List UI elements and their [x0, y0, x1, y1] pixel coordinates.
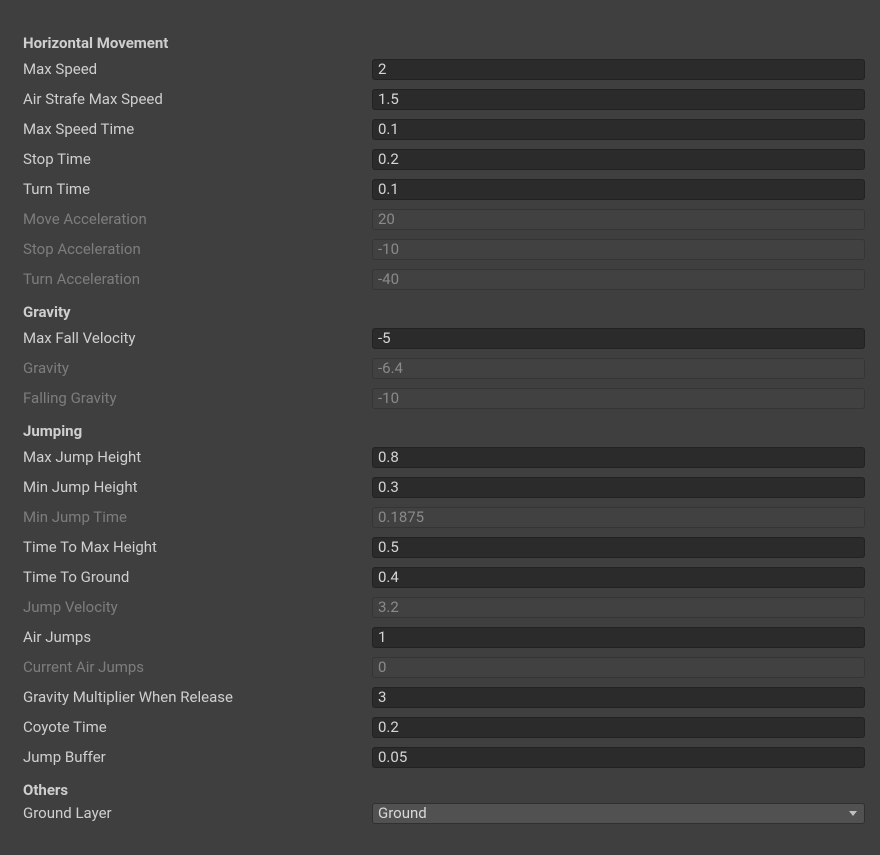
row-move-accel: Move Acceleration — [23, 209, 870, 229]
row-stop-accel: Stop Acceleration — [23, 239, 870, 259]
row-gravity: Gravity — [23, 358, 870, 378]
row-stop-time: Stop Time — [23, 149, 870, 169]
label-turn-time[interactable]: Turn Time — [23, 182, 372, 197]
input-max-speed-time[interactable] — [372, 119, 865, 140]
row-turn-accel: Turn Acceleration — [23, 269, 870, 289]
input-min-jump-height[interactable] — [372, 477, 865, 498]
label-gravity: Gravity — [23, 361, 372, 376]
label-move-accel: Move Acceleration — [23, 212, 372, 227]
label-gravity-mult-release[interactable]: Gravity Multiplier When Release — [23, 690, 372, 705]
dropdown-ground-layer-value: Ground — [378, 804, 427, 822]
label-falling-gravity: Falling Gravity — [23, 391, 372, 406]
row-air-strafe: Air Strafe Max Speed — [23, 89, 870, 109]
input-stop-time[interactable] — [372, 149, 865, 170]
label-current-air-jumps: Current Air Jumps — [23, 660, 372, 675]
input-current-air-jumps — [372, 657, 865, 678]
input-falling-gravity — [372, 388, 865, 409]
section-header-horizontal: Horizontal Movement — [23, 34, 870, 52]
input-jump-velocity — [372, 597, 865, 618]
label-max-speed-time[interactable]: Max Speed Time — [23, 122, 372, 137]
input-turn-time[interactable] — [372, 179, 865, 200]
input-air-jumps[interactable] — [372, 627, 865, 648]
row-min-jump-height: Min Jump Height — [23, 477, 870, 497]
input-air-strafe[interactable] — [372, 89, 865, 110]
label-turn-accel: Turn Acceleration — [23, 272, 372, 287]
row-coyote-time: Coyote Time — [23, 717, 870, 737]
label-max-fall-vel[interactable]: Max Fall Velocity — [23, 331, 372, 346]
row-max-speed-time: Max Speed Time — [23, 119, 870, 139]
input-gravity-mult-release[interactable] — [372, 687, 865, 708]
input-move-accel — [372, 209, 865, 230]
input-gravity — [372, 358, 865, 379]
input-time-to-ground[interactable] — [372, 567, 865, 588]
label-min-jump-time: Min Jump Time — [23, 510, 372, 525]
row-turn-time: Turn Time — [23, 179, 870, 199]
input-max-speed[interactable] — [372, 59, 865, 80]
row-air-jumps: Air Jumps — [23, 627, 870, 647]
row-max-jump-height: Max Jump Height — [23, 447, 870, 467]
label-ground-layer: Ground Layer — [23, 806, 372, 821]
section-header-others: Others — [23, 781, 870, 799]
label-stop-accel: Stop Acceleration — [23, 242, 372, 257]
row-max-speed: Max Speed — [23, 59, 870, 79]
row-time-to-ground: Time To Ground — [23, 567, 870, 587]
row-ground-layer: Ground Layer Ground — [23, 803, 870, 823]
label-air-strafe[interactable]: Air Strafe Max Speed — [23, 92, 372, 107]
label-time-to-max-height[interactable]: Time To Max Height — [23, 540, 372, 555]
dropdown-ground-layer[interactable]: Ground — [372, 803, 865, 824]
label-jump-buffer[interactable]: Jump Buffer — [23, 750, 372, 765]
section-header-gravity: Gravity — [23, 303, 870, 321]
label-air-jumps[interactable]: Air Jumps — [23, 630, 372, 645]
input-min-jump-time — [372, 507, 865, 528]
row-current-air-jumps: Current Air Jumps — [23, 657, 870, 677]
row-min-jump-time: Min Jump Time — [23, 507, 870, 527]
input-max-fall-vel[interactable] — [372, 328, 865, 349]
label-coyote-time[interactable]: Coyote Time — [23, 720, 372, 735]
chevron-down-icon — [849, 811, 857, 816]
row-falling-gravity: Falling Gravity — [23, 388, 870, 408]
input-max-jump-height[interactable] — [372, 447, 865, 468]
row-gravity-mult-release: Gravity Multiplier When Release — [23, 687, 870, 707]
label-min-jump-height[interactable]: Min Jump Height — [23, 480, 372, 495]
row-jump-buffer: Jump Buffer — [23, 747, 870, 767]
input-turn-accel — [372, 269, 865, 290]
row-jump-velocity: Jump Velocity — [23, 597, 870, 617]
label-time-to-ground[interactable]: Time To Ground — [23, 570, 372, 585]
row-time-to-max-height: Time To Max Height — [23, 537, 870, 557]
input-jump-buffer[interactable] — [372, 747, 865, 768]
input-stop-accel — [372, 239, 865, 260]
input-time-to-max-height[interactable] — [372, 537, 865, 558]
row-max-fall-vel: Max Fall Velocity — [23, 328, 870, 348]
label-max-speed[interactable]: Max Speed — [23, 62, 372, 77]
section-header-jumping: Jumping — [23, 422, 870, 440]
input-coyote-time[interactable] — [372, 717, 865, 738]
label-max-jump-height[interactable]: Max Jump Height — [23, 450, 372, 465]
label-stop-time[interactable]: Stop Time — [23, 152, 372, 167]
label-jump-velocity: Jump Velocity — [23, 600, 372, 615]
